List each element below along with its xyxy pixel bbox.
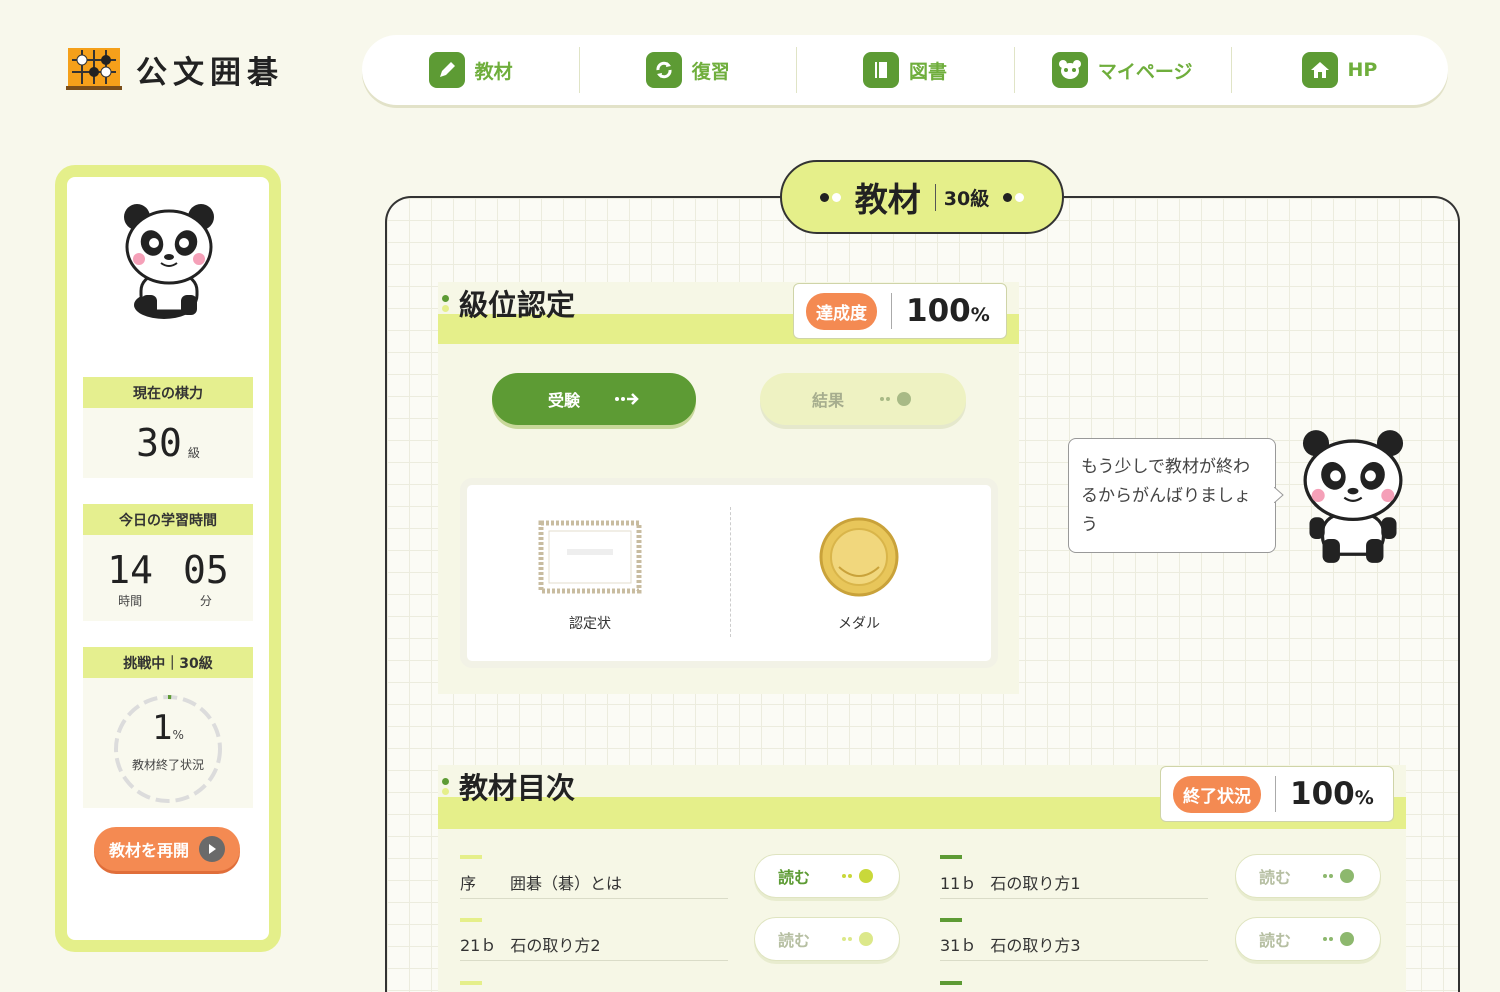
toc-item-number: 31ｂ <box>940 935 977 955</box>
toc-item-title: 石の取り方1 <box>990 873 1081 893</box>
result-label: 結果 <box>811 391 844 410</box>
go-board-logo-icon <box>66 46 122 92</box>
completion-badge: 終了状況 <box>1173 775 1261 813</box>
nav-item-review[interactable]: 復習 <box>579 35 796 105</box>
book-icon <box>863 52 899 88</box>
study-minutes-unit: 分 <box>199 593 212 608</box>
pencil-icon <box>428 52 465 88</box>
toggle-dots-icon <box>1323 932 1354 946</box>
rank-section-title: 級位認定 <box>459 288 576 322</box>
section-bullet-icon <box>442 294 449 312</box>
take-exam-button[interactable]: 受験 <box>492 373 696 425</box>
read-label: 読む <box>777 931 810 950</box>
certificate-award[interactable]: 認定状 <box>537 519 643 633</box>
current-strength-label: 現在の棋力 <box>83 377 253 408</box>
nav-label: マイページ <box>1097 60 1193 83</box>
progress-unit: % <box>172 728 184 742</box>
certificate-label: 認定状 <box>569 616 611 632</box>
arrow-right-icon <box>615 393 639 405</box>
resume-materials-button[interactable]: 教材を再開 <box>94 827 240 871</box>
toc-item[interactable]: 序 囲碁（碁）とは <box>460 865 728 899</box>
certificate-icon <box>538 520 642 594</box>
read-label: 読む <box>1258 931 1291 950</box>
study-hours-unit: 時間 <box>118 593 143 608</box>
nav-label: 復習 <box>691 60 730 83</box>
toc-item-title: 石の取り方3 <box>990 935 1081 955</box>
profile-sidebar: 現在の棋力 30 級 今日の学習時間 14 時間 05 分 挑戦中｜30級 1%… <box>55 165 281 952</box>
toc-item-number: 11ｂ <box>940 873 977 893</box>
current-strength-value: 30 <box>136 421 182 465</box>
panda-mascot <box>1298 428 1408 568</box>
toggle-dots-icon <box>880 392 911 406</box>
challenge-label: 挑戦中｜30級 <box>83 647 253 678</box>
rank-certification-section: 級位認定 達成度 100% 受験 結果 認定状 メダル <box>438 282 1019 694</box>
achievement-value: 100 <box>906 293 971 329</box>
refresh-icon <box>645 52 682 88</box>
medal-award[interactable]: メダル <box>817 515 901 633</box>
nav-label: 図書 <box>909 60 948 83</box>
toc-item-number: 序 <box>460 873 477 893</box>
study-time-label: 今日の学習時間 <box>83 504 253 535</box>
exam-label: 受験 <box>547 391 580 410</box>
read-button[interactable]: 読む <box>754 854 900 898</box>
home-icon <box>1301 52 1338 88</box>
completion-unit: % <box>1354 787 1374 809</box>
logo[interactable]: 公文囲碁 <box>66 46 284 92</box>
completion-value: 100 <box>1290 776 1355 812</box>
medal-icon <box>819 517 899 597</box>
page-rank: 30級 <box>934 183 989 211</box>
result-button[interactable]: 結果 <box>760 373 966 425</box>
speech-text: もう少しで教材が終わるからがんばりましょう <box>1081 457 1251 535</box>
progress-label: 教材終了状況 <box>131 758 204 772</box>
awards-card: 認定状 メダル <box>460 478 998 668</box>
current-strength-unit: 級 <box>187 445 200 460</box>
study-hours: 14 <box>107 547 153 592</box>
completion-score: 終了状況 100% <box>1160 766 1394 822</box>
decor-dots-icon <box>1003 192 1025 202</box>
toc-item[interactable]: 11ｂ 石の取り方1 <box>940 865 1208 899</box>
study-minutes: 05 <box>183 547 229 592</box>
toc-item[interactable]: 21ｂ 石の取り方2 <box>460 927 728 961</box>
page-title: 教材 <box>854 180 921 219</box>
nav-item-mypage[interactable]: マイページ <box>1013 35 1231 105</box>
toc-section-title: 教材目次 <box>459 771 576 805</box>
current-strength-box: 30 級 <box>83 408 253 478</box>
nav-label: 教材 <box>474 60 513 83</box>
nav-item-library[interactable]: 図書 <box>796 35 1013 105</box>
section-bullet-icon <box>442 777 449 795</box>
panda-avatar <box>119 195 219 324</box>
achievement-badge: 達成度 <box>806 292 877 330</box>
progress-value: 1 <box>152 708 173 748</box>
toc-item-title: 囲碁（碁）とは <box>510 873 623 893</box>
panda-speech-bubble: もう少しで教材が終わるからがんばりましょう <box>1068 438 1284 553</box>
medal-label: メダル <box>838 616 880 632</box>
materials-tab-header: 教材 30級 <box>780 160 1064 234</box>
read-button[interactable]: 読む <box>754 917 900 961</box>
decor-dots-icon <box>819 192 841 202</box>
progress-box: 1% 教材終了状況 <box>83 678 253 808</box>
read-button[interactable]: 読む <box>1235 854 1381 898</box>
toggle-dots-icon <box>842 869 873 883</box>
toc-item[interactable]: 31ｂ 石の取り方3 <box>940 927 1208 961</box>
read-label: 読む <box>777 868 810 887</box>
nav-item-homepage[interactable]: HP <box>1230 35 1448 105</box>
logo-text: 公文囲碁 <box>136 54 284 91</box>
toc-item-title: 石の取り方2 <box>510 935 601 955</box>
play-icon <box>199 836 225 862</box>
nav-item-materials[interactable]: 教材 <box>362 35 579 105</box>
nav-label: HP <box>1347 59 1378 81</box>
toc-item-number: 21ｂ <box>460 935 497 955</box>
read-label: 読む <box>1258 868 1291 887</box>
toggle-dots-icon <box>842 932 873 946</box>
study-time-box: 14 時間 05 分 <box>83 535 253 621</box>
panda-face-icon <box>1051 52 1088 88</box>
resume-label: 教材を再開 <box>108 841 189 860</box>
toc-section: 教材目次 終了状況 100% 序 囲碁（碁）とは 読む 11ｂ 石の取り方1 読… <box>438 765 1406 992</box>
read-button[interactable]: 読む <box>1235 917 1381 961</box>
top-nav: 教材 復習 図書 マイページ HP <box>362 35 1448 105</box>
achievement-score: 達成度 100% <box>793 283 1007 339</box>
toggle-dots-icon <box>1323 869 1354 883</box>
achievement-unit: % <box>970 304 990 326</box>
